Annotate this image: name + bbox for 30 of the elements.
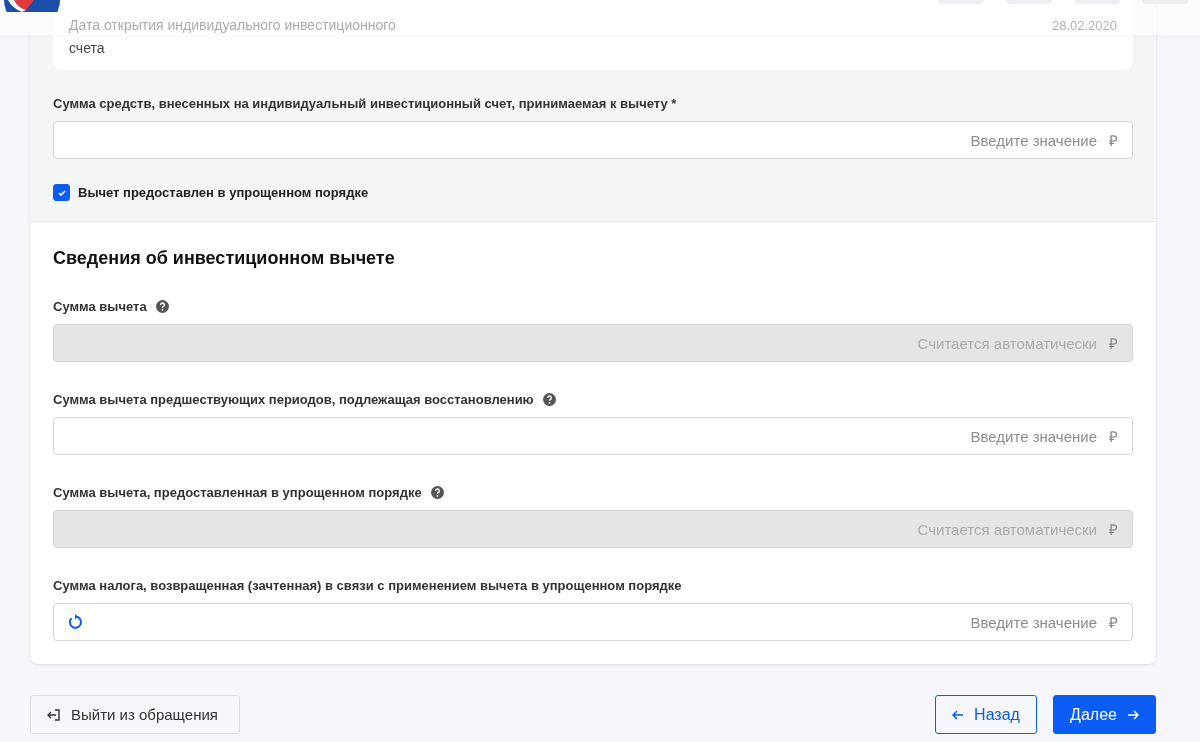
input-field[interactable]: Введите значение ₽ bbox=[53, 121, 1133, 159]
arrow-right-icon bbox=[1126, 708, 1139, 721]
next-button[interactable]: Далее bbox=[1053, 695, 1156, 734]
field-label: Сумма вычета, предоставленная в упрощенном порядке bbox=[53, 485, 422, 500]
field-label: Сумма вычета предшествующих периодов, подлежащая восстановлению bbox=[53, 392, 534, 407]
input-field[interactable]: Введите значение ₽ bbox=[53, 417, 1133, 455]
reset-icon[interactable] bbox=[67, 614, 83, 630]
ruble-sign: ₽ bbox=[1109, 131, 1118, 150]
section-title: Сведения об инвестиционном вычете bbox=[53, 248, 396, 269]
value-input[interactable]: Введите значение bbox=[83, 604, 1109, 640]
arrow-left-icon bbox=[952, 708, 965, 721]
field-label: Сумма налога, возвращенная (зачтенная) в связи с применением вычета в упрощенном порядке bbox=[53, 578, 682, 593]
value-input[interactable]: Введите значение bbox=[67, 418, 1109, 454]
field-label: Дата открытия индивидуального инвестиционного счета bbox=[69, 16, 397, 58]
ruble-sign: ₽ bbox=[1109, 520, 1118, 539]
checkbox-label: Вычет предоставлен в упрощенном порядке bbox=[78, 185, 369, 200]
field-label: Сумма средств, внесенных на индивидуальный инвестиционный счет, принимаемая к вычету * bbox=[53, 96, 678, 111]
help-icon[interactable] bbox=[542, 393, 556, 406]
value-input[interactable]: Введите значение bbox=[67, 122, 1109, 158]
ruble-sign: ₽ bbox=[1109, 427, 1118, 446]
exit-icon bbox=[47, 707, 61, 722]
input-field[interactable]: Введите значение ₽ bbox=[53, 603, 1133, 641]
back-button[interactable]: Назад bbox=[935, 695, 1037, 734]
checkbox[interactable] bbox=[53, 184, 70, 201]
field-label: Сумма вычета bbox=[53, 299, 147, 314]
ruble-sign: ₽ bbox=[1109, 334, 1118, 353]
exit-button[interactable]: Выйти из обращения bbox=[30, 695, 240, 734]
check-icon bbox=[56, 187, 67, 198]
field-value: 28.02.2020 bbox=[1051, 18, 1117, 33]
ruble-sign: ₽ bbox=[1109, 613, 1118, 632]
